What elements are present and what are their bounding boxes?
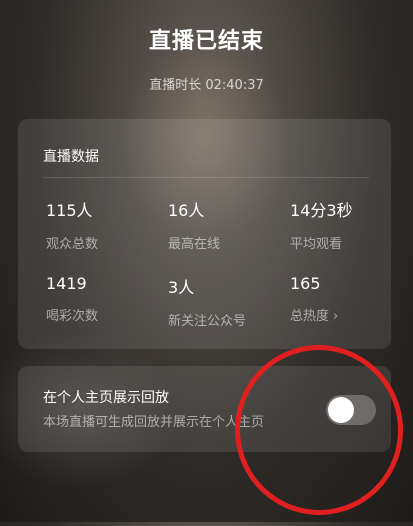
stat-value: 16人 bbox=[168, 201, 205, 220]
stat-new-follows: 3人 新关注公众号 bbox=[168, 274, 246, 329]
stat-label: 总热度 bbox=[290, 309, 330, 324]
stat-value: 3人 bbox=[168, 278, 195, 297]
page-title: 直播已结束 bbox=[148, 29, 264, 54]
stat-value: 14分3秒 bbox=[290, 201, 353, 220]
replay-setting-subtitle: 本场直播可生成回放并展示在个人主页 bbox=[43, 415, 265, 430]
stat-label: 观众总数 bbox=[46, 237, 99, 252]
stat-average-watch: 14分3秒 平均观看 bbox=[290, 197, 353, 252]
chevron-right-icon: › bbox=[333, 309, 339, 324]
stat-label: 新关注公众号 bbox=[168, 314, 247, 329]
stat-cheers: 1419 喝彩次数 bbox=[46, 274, 98, 324]
stats-card-title: 直播数据 bbox=[43, 149, 99, 165]
stat-value: 115人 bbox=[46, 201, 93, 220]
stat-total-heat[interactable]: 165 总热度 › bbox=[290, 274, 338, 324]
live-duration: 直播时长 02:40:37 bbox=[149, 78, 264, 93]
stat-value: 165 bbox=[290, 274, 321, 293]
stat-value: 1419 bbox=[46, 274, 87, 293]
stat-label: 平均观看 bbox=[290, 237, 343, 252]
divider bbox=[43, 177, 369, 178]
stats-card: 直播数据 115人 观众总数 16人 最高在线 14分3秒 平均观看 1419 … bbox=[18, 119, 391, 349]
stat-label: 最高在线 bbox=[168, 237, 221, 252]
stat-peak-online: 16人 最高在线 bbox=[168, 197, 220, 252]
annotation-circle bbox=[223, 334, 413, 526]
stat-label: 喝彩次数 bbox=[46, 309, 99, 324]
replay-setting-title: 在个人主页展示回放 bbox=[43, 390, 169, 406]
stat-total-viewers: 115人 观众总数 bbox=[46, 197, 98, 252]
stat-label-row[interactable]: 总热度 › bbox=[290, 305, 338, 324]
